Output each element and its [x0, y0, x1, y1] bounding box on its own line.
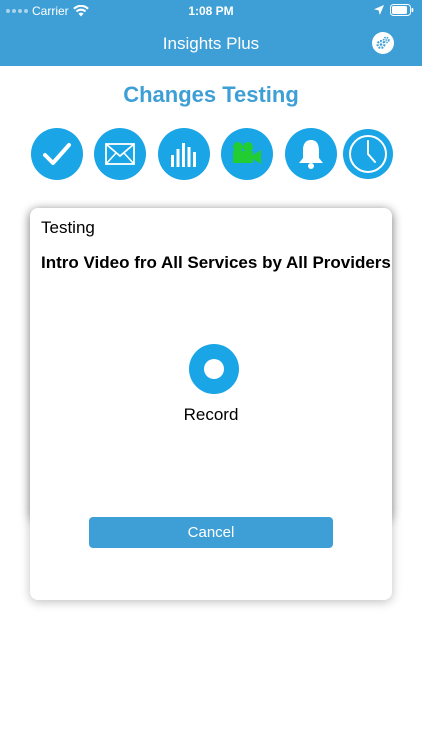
record-icon — [204, 359, 224, 379]
envelope-button[interactable] — [94, 128, 146, 180]
record-label: Record — [183, 405, 239, 424]
status-bar: Carrier 1:08 PM — [0, 0, 422, 22]
video-camera-icon — [233, 142, 261, 164]
dialog-subtitle: Intro Video fro All Services by All Prov… — [41, 253, 391, 272]
status-right — [374, 4, 414, 16]
bell-icon — [299, 140, 323, 169]
clock-button[interactable] — [343, 129, 393, 179]
battery-icon — [390, 4, 414, 16]
status-time: 1:08 PM — [188, 4, 234, 18]
dialog-header: Testing — [41, 218, 95, 237]
bell-button[interactable] — [285, 128, 337, 180]
checkmark-button[interactable] — [31, 128, 83, 180]
gear-icon — [376, 36, 390, 50]
page-title: Changes Testing — [123, 82, 299, 107]
checkmark-icon — [43, 143, 71, 165]
nav-title: Insights Plus — [162, 34, 260, 53]
video-camera-button[interactable] — [221, 128, 273, 180]
envelope-icon — [105, 143, 135, 165]
cancel-button[interactable]: Cancel — [89, 517, 333, 548]
location-arrow-icon — [374, 5, 384, 15]
record-button[interactable] — [189, 344, 239, 394]
clock-icon — [349, 135, 387, 173]
nav-bar: Insights Plus — [0, 22, 422, 66]
settings-button[interactable] — [372, 32, 394, 54]
record-dialog: Testing Intro Video fro All Services by … — [30, 208, 392, 600]
category-icon-row — [0, 128, 422, 180]
bar-chart-icon — [171, 143, 196, 167]
bar-chart-button[interactable] — [158, 128, 210, 180]
